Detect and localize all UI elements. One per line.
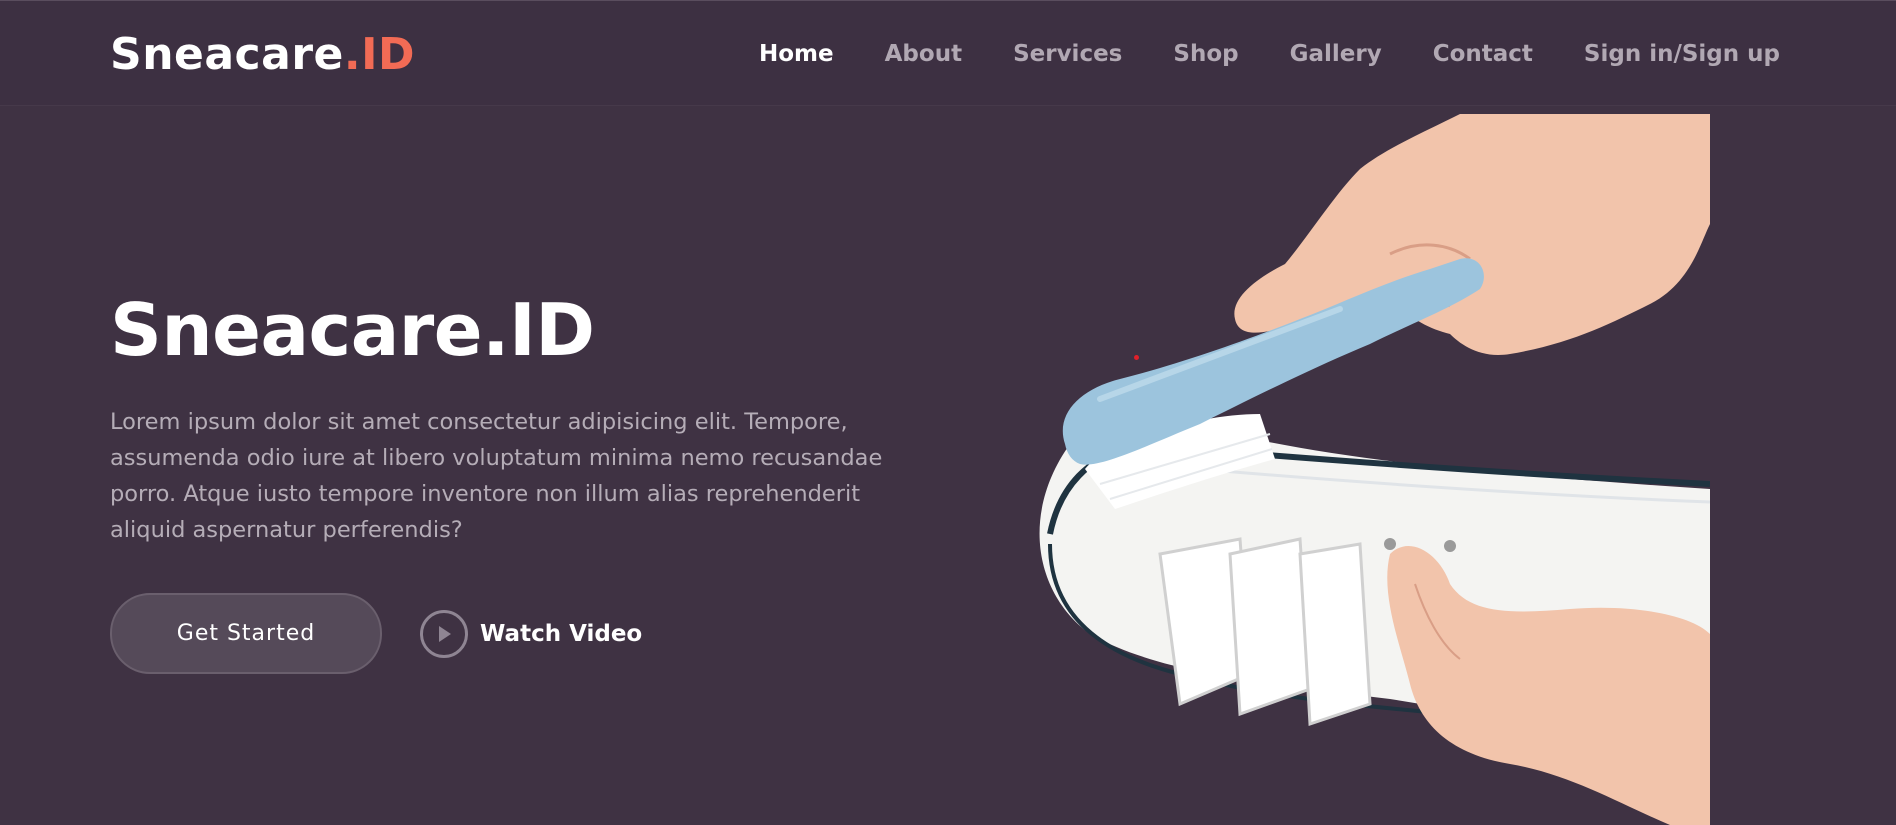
brand-logo[interactable]: Sneacare.ID	[110, 29, 415, 81]
nav-sign-in-sign-up[interactable]: Sign in/Sign up	[1584, 39, 1780, 69]
nav-about[interactable]: About	[885, 39, 962, 69]
hero-image	[1039, 114, 1710, 825]
nav-services[interactable]: Services	[1013, 39, 1122, 69]
nav-home[interactable]: Home	[759, 39, 834, 69]
nav-gallery[interactable]: Gallery	[1290, 39, 1382, 69]
watch-video-button[interactable]: Watch Video	[420, 610, 642, 658]
brand-name: Sneacare	[110, 29, 344, 80]
hero-title: Sneacare.ID	[110, 288, 595, 372]
main-nav: Home About Services Shop Gallery Contact…	[759, 39, 1780, 69]
hero-description: Lorem ipsum dolor sit amet consectetur a…	[110, 409, 883, 543]
site-header: Sneacare.ID Home About Services Shop Gal…	[0, 0, 1896, 106]
brand-suffix: .ID	[343, 29, 415, 80]
get-started-button[interactable]: Get Started	[110, 593, 382, 674]
nav-contact[interactable]: Contact	[1433, 39, 1533, 69]
play-icon	[420, 610, 468, 658]
nav-shop[interactable]: Shop	[1173, 39, 1238, 69]
watch-video-label: Watch Video	[480, 621, 643, 647]
